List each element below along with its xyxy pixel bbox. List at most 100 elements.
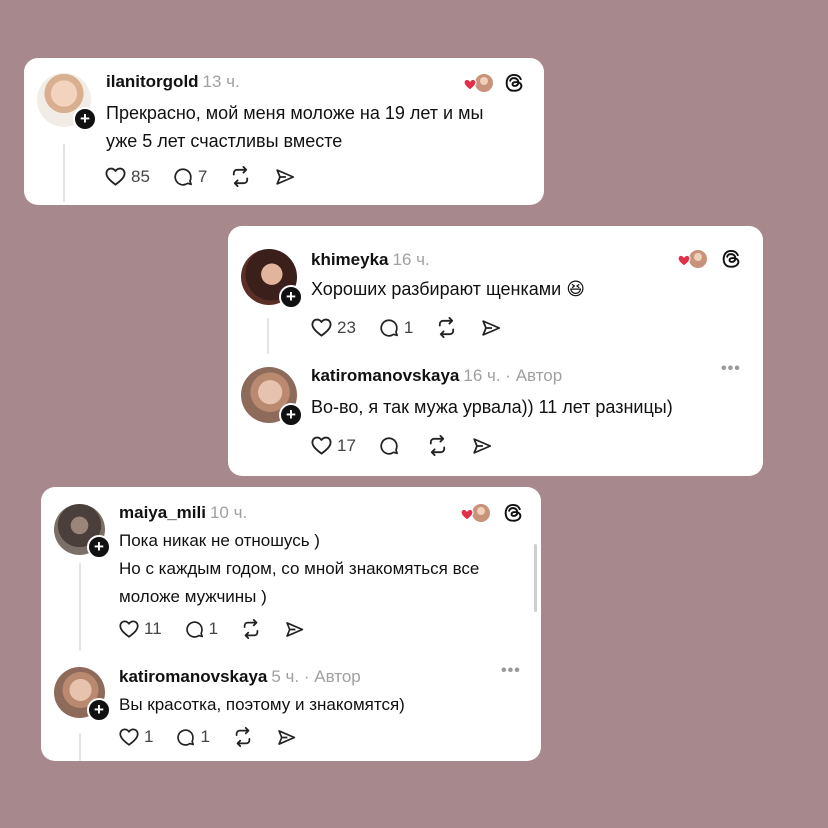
- comment-post: + katiromanovskaya 5 ч. · Автор ••• Вы кр…: [41, 653, 541, 761]
- send-icon: [284, 619, 305, 640]
- thread-line: [79, 733, 81, 761]
- threads-logo-icon[interactable]: [503, 72, 525, 94]
- more-dots-icon[interactable]: •••: [501, 662, 521, 680]
- repost-arrows-icon: [426, 434, 449, 457]
- like-button[interactable]: 11: [118, 618, 162, 640]
- comment-bubble-icon: [175, 727, 196, 748]
- comment-text: Во-во, я так мужа урвала)) 11 лет разниц…: [311, 393, 751, 421]
- more-dots-icon[interactable]: •••: [721, 360, 741, 378]
- avatar[interactable]: +: [241, 367, 303, 427]
- timestamp: 16 ч. · Автор: [463, 366, 563, 385]
- heart-outline-icon: [104, 165, 127, 188]
- like-count: 11: [144, 619, 162, 638]
- reply-button[interactable]: 1: [184, 619, 218, 640]
- repost-arrows-icon: [240, 618, 262, 640]
- action-bar: 11 1: [118, 618, 327, 640]
- comment-post: + khimeyka 16 ч. Хороших разбирают щенкам…: [228, 226, 763, 356]
- reply-count: 7: [197, 166, 208, 186]
- reply-count: 1: [200, 727, 210, 746]
- share-button[interactable]: [480, 317, 502, 339]
- repost-button[interactable]: [232, 726, 254, 748]
- comment-bubble-icon: [172, 166, 194, 188]
- follow-plus-icon[interactable]: +: [279, 403, 303, 427]
- timestamp: 10 ч.: [209, 503, 248, 522]
- username[interactable]: ilanitorgold: [106, 72, 199, 91]
- action-bar: 17: [310, 434, 515, 457]
- heart-outline-icon: [118, 726, 140, 748]
- action-bar: 85 7: [104, 165, 318, 188]
- avatar[interactable]: +: [54, 667, 111, 722]
- send-icon: [276, 727, 297, 748]
- repost-button[interactable]: [240, 618, 262, 640]
- liked-by-author-icon: [677, 250, 707, 268]
- comment-bubble-icon: [378, 435, 400, 457]
- send-icon: [480, 317, 502, 339]
- repost-button[interactable]: [229, 165, 252, 188]
- liked-by-author-icon: [460, 504, 490, 522]
- action-bar: 1 1: [118, 726, 319, 748]
- timestamp: 13 ч.: [202, 72, 240, 91]
- reply-button[interactable]: [378, 435, 404, 457]
- heart-outline-icon: [310, 316, 333, 339]
- share-button[interactable]: [284, 619, 305, 640]
- like-button[interactable]: 23: [310, 316, 356, 339]
- reply-button[interactable]: 7: [172, 166, 207, 188]
- reply-count: 1: [208, 619, 219, 638]
- comment-text: Хороших разбирают щенками 😆: [311, 275, 751, 303]
- comment-line: Вы красотка, поэтому и знакомятся): [119, 695, 405, 714]
- comment-text: Пока никак не отношусь ) Но с каждым год…: [119, 527, 534, 611]
- repost-arrows-icon: [232, 726, 254, 748]
- share-button[interactable]: [274, 166, 296, 188]
- share-button[interactable]: [471, 435, 493, 457]
- comment-line: Прекрасно, мой меня моложе на 19 лет и м…: [106, 103, 484, 123]
- like-count: 17: [337, 435, 356, 455]
- follow-plus-icon[interactable]: +: [87, 698, 111, 722]
- threads-logo-icon[interactable]: [502, 502, 524, 524]
- username[interactable]: katiromanovskaya: [119, 667, 267, 686]
- comment-card-1: + ilanitorgold 13 ч. Прекрасно, мой меня …: [24, 58, 544, 205]
- comment-card-3: + maiya_mili 10 ч. Пока никак не отношусь…: [41, 487, 541, 761]
- thread-line: [79, 563, 81, 651]
- like-button[interactable]: 85: [104, 165, 150, 188]
- comment-bubble-icon: [378, 317, 400, 339]
- repost-button[interactable]: [426, 434, 449, 457]
- username[interactable]: khimeyka: [311, 250, 389, 269]
- thread-line: [63, 144, 65, 202]
- like-button[interactable]: 1: [118, 726, 153, 748]
- username[interactable]: maiya_mili: [119, 503, 206, 522]
- like-button[interactable]: 17: [310, 434, 356, 457]
- timestamp: 5 ч. · Автор: [271, 667, 361, 686]
- comment-post: + ilanitorgold 13 ч. Прекрасно, мой меня …: [24, 58, 544, 205]
- comment-text: Прекрасно, мой меня моложе на 19 лет и м…: [106, 99, 536, 155]
- thread-line: [267, 318, 269, 354]
- threads-logo-icon[interactable]: [720, 248, 742, 270]
- follow-plus-icon[interactable]: +: [279, 285, 303, 309]
- liked-by-author-icon: [463, 74, 493, 92]
- reply-button[interactable]: 1: [378, 317, 413, 339]
- comment-line: уже 5 лет счастливы вместе: [106, 131, 343, 151]
- comment-line: моложе мужчины ): [119, 587, 267, 606]
- reply-button[interactable]: 1: [175, 727, 210, 748]
- avatar[interactable]: +: [37, 73, 97, 131]
- send-icon: [471, 435, 493, 457]
- follow-plus-icon[interactable]: +: [87, 535, 111, 559]
- comment-text: Вы красотка, поэтому и знакомятся): [119, 691, 534, 719]
- comment-bubble-icon: [184, 619, 205, 640]
- comment-line: Хороших разбирают щенками 😆: [311, 279, 585, 299]
- send-icon: [274, 166, 296, 188]
- action-bar: 23 1: [310, 316, 524, 339]
- comment-line: Пока никак не отношусь ): [119, 531, 320, 550]
- username[interactable]: katiromanovskaya: [311, 366, 459, 385]
- avatar[interactable]: +: [241, 249, 303, 309]
- comment-card-2: + khimeyka 16 ч. Хороших разбирают щенкам…: [228, 226, 763, 476]
- repost-button[interactable]: [435, 316, 458, 339]
- heart-outline-icon: [310, 434, 333, 457]
- follow-plus-icon[interactable]: +: [73, 107, 97, 131]
- share-button[interactable]: [276, 727, 297, 748]
- avatar[interactable]: +: [54, 504, 111, 559]
- like-count: 1: [144, 727, 154, 746]
- comment-post: + katiromanovskaya 16 ч. · Автор ••• Во-в…: [228, 356, 763, 476]
- like-count: 23: [337, 317, 356, 337]
- comment-line: Но с каждым годом, со мной знакомяться в…: [119, 559, 480, 578]
- timestamp: 16 ч.: [392, 250, 430, 269]
